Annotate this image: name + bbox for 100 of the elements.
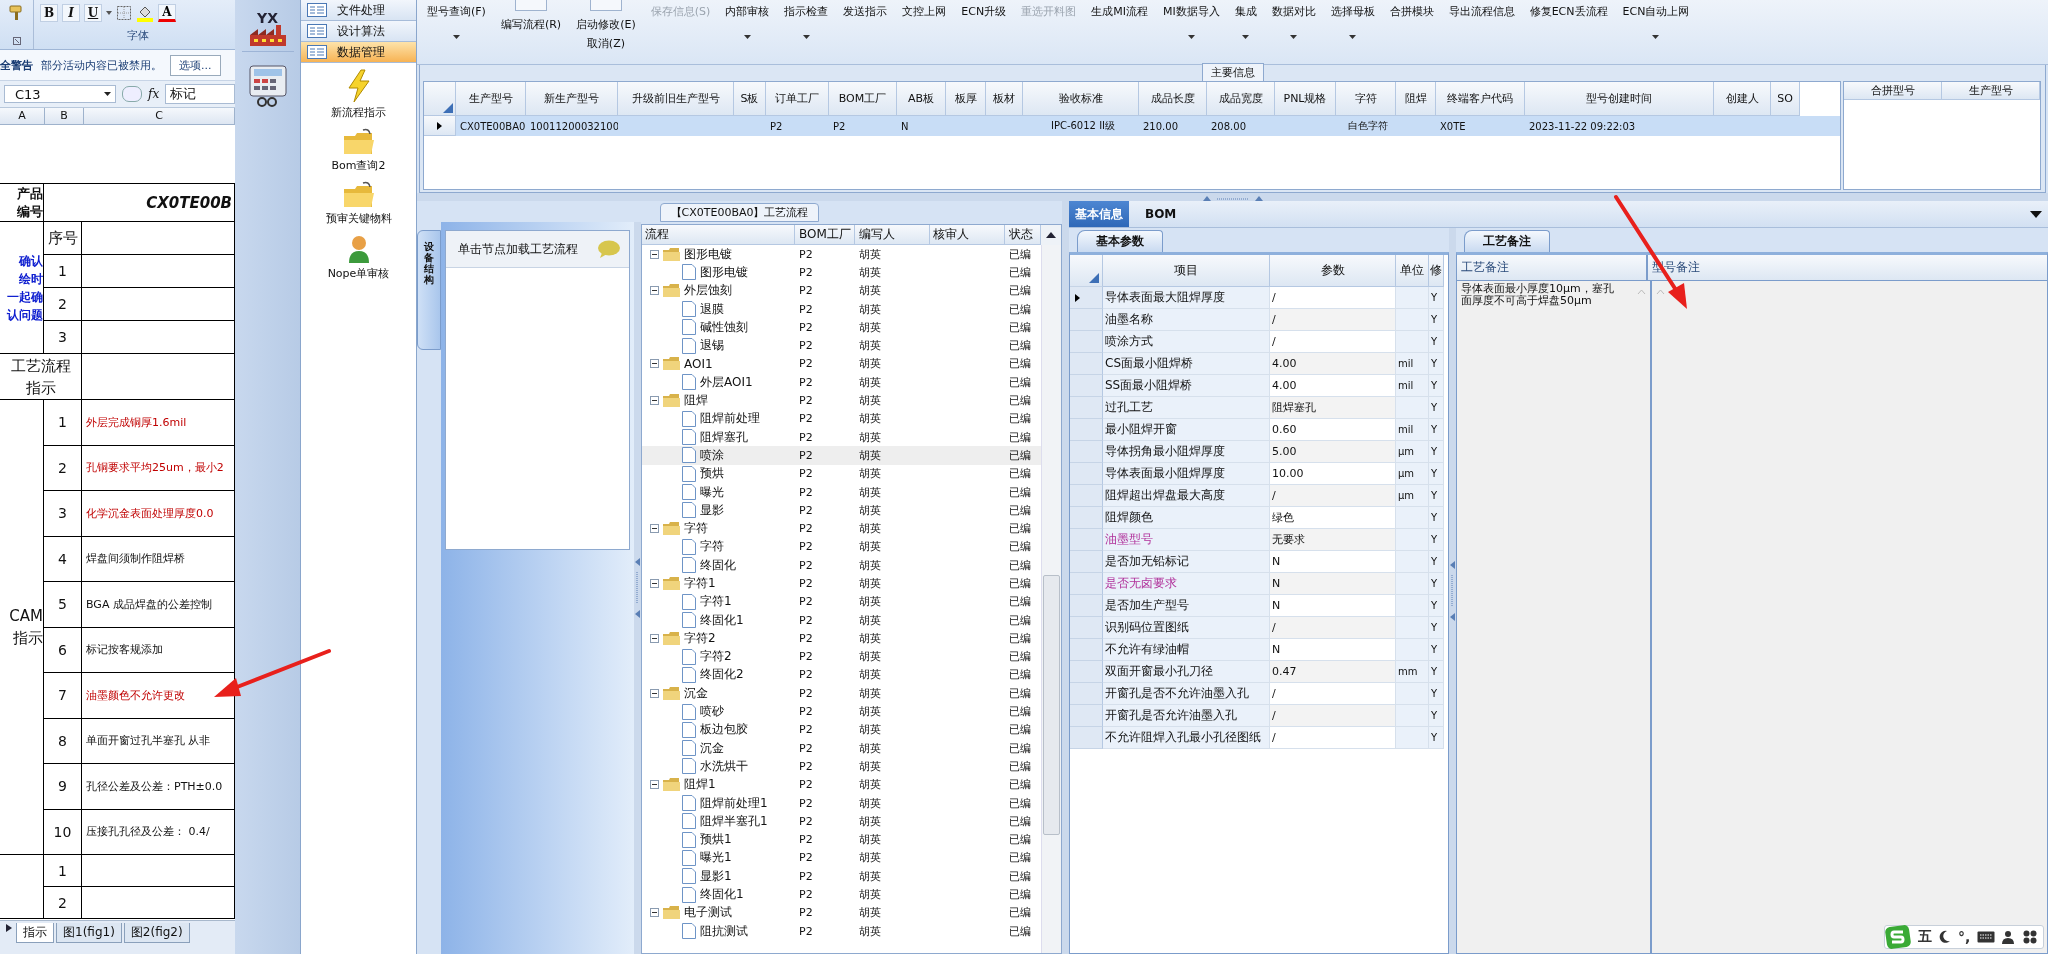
- tree-row[interactable]: 喷涂 P2 胡英 已编: [642, 446, 1041, 465]
- column-header[interactable]: BOM工厂: [795, 225, 855, 245]
- tree-row[interactable]: 显影 P2 胡英 已编: [642, 501, 1041, 520]
- column-header[interactable]: B: [45, 108, 84, 124]
- tree-row[interactable]: 喷砂 P2 胡英 已编: [642, 702, 1041, 721]
- column-header[interactable]: AB板: [897, 82, 946, 116]
- format-button[interactable]: B: [40, 4, 58, 22]
- column-header[interactable]: 状态: [1005, 225, 1041, 245]
- format-button[interactable]: I: [62, 4, 80, 22]
- tree-row[interactable]: 退膜 P2 胡英 已编: [642, 299, 1041, 319]
- column-header[interactable]: 修: [1429, 255, 1444, 287]
- factory-logo[interactable]: YX: [241, 0, 294, 52]
- column-header[interactable]: 生产型号: [1942, 82, 2040, 100]
- column-header[interactable]: 型号创建时间: [1525, 82, 1714, 116]
- toolbar-button[interactable]: 集成: [1234, 0, 1257, 19]
- column-header[interactable]: S板: [734, 82, 766, 116]
- toolbar-button[interactable]: MI数据导入: [1162, 0, 1220, 19]
- table-row[interactable]: CX0TE00BA0 10011200032100 P2 P2 N IPC-6012 II级 210.00 208.00 白色字符 X0TE 2023-11-22 09:22:03: [424, 116, 1840, 136]
- column-header[interactable]: SO: [1771, 82, 1800, 116]
- tab[interactable]: BOM: [1139, 201, 1183, 227]
- tree-row[interactable]: 曝光 P2 胡英 已编: [642, 482, 1041, 502]
- column-header[interactable]: 板厚: [946, 82, 986, 116]
- tree-row[interactable]: 显影1 P2 胡英 已编: [642, 867, 1041, 886]
- tree-row[interactable]: 预烘1 P2 胡英 已编: [642, 830, 1041, 849]
- column-header[interactable]: 编写人: [855, 225, 930, 245]
- column-header[interactable]: 项目: [1103, 255, 1270, 287]
- sheet-tab[interactable]: 图2(fig2): [123, 923, 190, 943]
- toolbar-button[interactable]: 合拼模块: [1389, 0, 1434, 19]
- tree-row[interactable]: 字符1 P2 胡英 已编: [642, 592, 1041, 611]
- tree-row[interactable]: 水洗烘干 P2 胡英 已编: [642, 757, 1041, 776]
- ime-toolbar[interactable]: 五 °,: [1884, 925, 2045, 949]
- tree-row[interactable]: 沉金 P2 胡英 已编: [642, 684, 1041, 703]
- tree-row[interactable]: 电子测试 P2 胡英 已编: [642, 903, 1041, 922]
- tree-row[interactable]: 外层蚀刻 P2 胡英 已编: [642, 281, 1041, 300]
- column-header[interactable]: 字符: [1336, 82, 1396, 116]
- format-button[interactable]: U: [84, 4, 102, 22]
- nav-group[interactable]: 数据管理: [301, 42, 416, 63]
- function-label[interactable]: fx: [148, 87, 160, 101]
- table-cell[interactable]: 4.00: [1270, 353, 1396, 375]
- tree-row[interactable]: 外层AOI1 P2 胡英 已编: [642, 373, 1041, 392]
- table-cell[interactable]: 阻焊塞孔: [1270, 397, 1396, 419]
- toolbar-button[interactable]: 文控上网: [902, 0, 947, 19]
- tree-row[interactable]: 阻抗测试 P2 胡英 已编: [642, 922, 1041, 941]
- column-header[interactable]: 订单工厂: [766, 82, 829, 116]
- toolbar-button[interactable]: 生成MI流程: [1091, 0, 1148, 19]
- column-header[interactable]: 升级前旧生产型号: [618, 82, 734, 116]
- toolbar-button[interactable]: 选择母板: [1330, 0, 1375, 19]
- tree-row[interactable]: 字符2 P2 胡英 已编: [642, 629, 1041, 648]
- toolbar-button[interactable]: ECN升级: [961, 0, 1007, 19]
- nav-tool-button[interactable]: 预审关键物料: [325, 181, 392, 226]
- column-header[interactable]: 工艺备注: [1457, 255, 1648, 281]
- table-cell[interactable]: N: [1270, 573, 1396, 595]
- column-header[interactable]: 终端客户代码: [1436, 82, 1525, 116]
- tree-row[interactable]: 阻焊前处理1 P2 胡英 已编: [642, 793, 1041, 813]
- tree-row[interactable]: 曝光1 P2 胡英 已编: [642, 848, 1041, 868]
- column-header[interactable]: BOM工厂: [829, 82, 897, 116]
- tab[interactable]: 基本信息: [1069, 201, 1129, 227]
- column-header[interactable]: 参数: [1270, 255, 1396, 287]
- toolbar-button[interactable]: 编写流程(R): [500, 11, 562, 32]
- column-header[interactable]: 成品长度: [1139, 82, 1207, 116]
- tree-row[interactable]: 字符1 P2 胡英 已编: [642, 574, 1041, 593]
- column-header[interactable]: 合拼型号: [1844, 82, 1942, 100]
- toolbar-button[interactable]: 启动修改(E): [576, 11, 636, 32]
- table-cell[interactable]: /: [1270, 617, 1396, 639]
- toolbar-button[interactable]: ECN自动上网: [1622, 0, 1690, 19]
- tab[interactable]: 基本参数: [1077, 230, 1163, 252]
- tree-row[interactable]: 阻焊前处理 P2 胡英 已编: [642, 409, 1041, 428]
- toolbar-button[interactable]: 发送指示: [843, 0, 888, 19]
- toolbar-button[interactable]: 型号查询(F): [427, 0, 486, 19]
- font-color-button[interactable]: A: [158, 4, 176, 22]
- nav-tool-button[interactable]: Bom查询2: [331, 128, 386, 173]
- toolbar-button[interactable]: 修复ECN丢流程: [1529, 0, 1608, 19]
- table-cell[interactable]: /: [1270, 309, 1396, 331]
- column-header[interactable]: 成品宽度: [1207, 82, 1275, 116]
- tree-row[interactable]: 碱性蚀刻 P2 胡英 已编: [642, 318, 1041, 337]
- column-header[interactable]: 流程: [642, 225, 795, 245]
- tree-row[interactable]: 终固化2 P2 胡英 已编: [642, 665, 1041, 685]
- table-cell[interactable]: /: [1270, 705, 1396, 727]
- tree-row[interactable]: 阻焊半塞孔1 P2 胡英 已编: [642, 812, 1041, 831]
- tree-row[interactable]: 终固化1 P2 胡英 已编: [642, 885, 1041, 904]
- column-header[interactable]: 阻焊: [1396, 82, 1436, 116]
- tree-row[interactable]: 阻焊1 P2 胡英 已编: [642, 775, 1041, 794]
- nav-tool-button[interactable]: Nope单审核: [327, 234, 390, 281]
- table-cell[interactable]: /: [1270, 485, 1396, 507]
- column-header[interactable]: 验收标准: [1023, 82, 1139, 116]
- tree-row[interactable]: 退锡 P2 胡英 已编: [642, 336, 1041, 355]
- nav-group[interactable]: 设计算法: [301, 21, 416, 42]
- tree-row[interactable]: 字符 P2 胡英 已编: [642, 519, 1041, 538]
- column-header[interactable]: A: [0, 108, 45, 124]
- tree-row[interactable]: 预烘 P2 胡英 已编: [642, 464, 1041, 483]
- table-cell[interactable]: 无要求: [1270, 529, 1396, 551]
- tree-row[interactable]: 阻焊塞孔 P2 胡英 已编: [642, 427, 1041, 447]
- tree-row[interactable]: 阻焊 P2 胡英 已编: [642, 391, 1041, 410]
- sheet-tab[interactable]: 图1(fig1): [56, 923, 122, 943]
- sheet-tab[interactable]: 指示: [16, 923, 54, 943]
- name-box[interactable]: C13: [4, 85, 116, 103]
- tree-row[interactable]: 板边包胶 P2 胡英 已编: [642, 720, 1041, 739]
- table-cell[interactable]: 5.00: [1270, 441, 1396, 463]
- tree-row[interactable]: 沉金 P2 胡英 已编: [642, 739, 1041, 758]
- tree-row[interactable]: AOI1 P2 胡英 已编: [642, 354, 1041, 374]
